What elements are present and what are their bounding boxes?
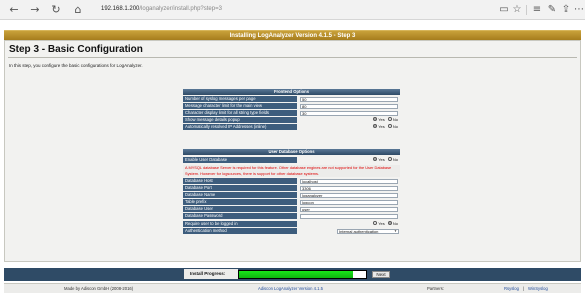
- partners-label: Partners:: [427, 286, 444, 291]
- resolve-ip-row: Automatically resolved IP Addresses (inl…: [183, 124, 400, 130]
- string-char-limit-row: Character display limit for all string t…: [183, 110, 400, 116]
- field-label: Database Password: [183, 213, 297, 219]
- field-label: Character display limit for all string t…: [183, 110, 297, 116]
- footer-separator: |: [523, 286, 525, 291]
- syslog-per-page-input[interactable]: [300, 96, 398, 102]
- db-name-input[interactable]: [300, 192, 398, 198]
- db-name-row: Database Name: [183, 192, 400, 198]
- rsyslog-link[interactable]: Rsyslog: [504, 284, 519, 293]
- field-label: Table prefix: [183, 199, 297, 205]
- hub-icon[interactable]: ≡: [530, 2, 544, 18]
- db-user-input[interactable]: [300, 206, 398, 212]
- next-button[interactable]: Next: [372, 271, 390, 278]
- intro-text: In this step, you configure the basic co…: [9, 63, 143, 68]
- footer: Made by Adiscon GmbH (2008-2016) Adiscon…: [4, 283, 581, 293]
- back-icon[interactable]: ←: [6, 2, 22, 18]
- auth-method-select[interactable]: Internal authentication ▼: [337, 228, 399, 234]
- db-user-row: Database User: [183, 206, 400, 212]
- resolve-no-radio[interactable]: [387, 124, 392, 129]
- field-label: Show message details popup: [183, 117, 297, 123]
- toolbar-divider: [526, 5, 527, 15]
- db-password-input[interactable]: [300, 213, 398, 219]
- web-note-icon[interactable]: ✎: [545, 2, 559, 18]
- require-login-no-radio[interactable]: [387, 221, 392, 226]
- syslog-per-page-row: Number of syslog messages per page: [183, 96, 400, 102]
- field-label: Number of syslog messages per page: [183, 96, 297, 102]
- popup-no-radio[interactable]: [387, 117, 392, 122]
- field-label: Authentication method: [183, 228, 297, 234]
- radio-label: Yes: [378, 124, 385, 129]
- resolve-yes-radio[interactable]: [373, 124, 378, 129]
- favorite-star-icon[interactable]: ☆: [510, 2, 524, 18]
- field-label: Database Name: [183, 192, 297, 198]
- product-link[interactable]: Adiscon LogAnalyzer Version 4.1.5: [258, 284, 323, 293]
- radio-label: No: [392, 221, 398, 226]
- db-password-row: Database Password: [183, 213, 400, 219]
- table-prefix-input[interactable]: [300, 199, 398, 205]
- radio-label: No: [392, 117, 398, 122]
- browser-toolbar: ← → ↻ ⌂ 192.168.1.200/loganalyzer/instal…: [0, 0, 585, 20]
- field-label: Require user to be logged in: [183, 221, 297, 227]
- address-bar[interactable]: 192.168.1.200/loganalyzer/install.php?st…: [101, 3, 491, 16]
- frontend-options-header: Frontend Options: [183, 89, 400, 95]
- heading-divider: [8, 57, 577, 58]
- table-prefix-row: Table prefix: [183, 199, 400, 205]
- forward-icon[interactable]: →: [27, 2, 43, 18]
- field-label: Database Port: [183, 185, 297, 191]
- field-label: Automatically resolved IP Addresses (inl…: [183, 124, 297, 130]
- radio-label: Yes: [378, 157, 385, 162]
- install-progress-track: [238, 270, 367, 279]
- auth-method-value: Internal authentication: [339, 228, 379, 234]
- db-host-row: Database Host: [183, 178, 400, 184]
- field-label: Database Host: [183, 178, 297, 184]
- details-popup-row: Show message details popup Yes No: [183, 117, 400, 123]
- chevron-down-icon: ▼: [394, 228, 397, 233]
- more-icon[interactable]: ⋯: [572, 2, 585, 18]
- radio-label: No: [392, 124, 398, 129]
- auth-method-row: Authentication method Internal authentic…: [183, 228, 400, 234]
- url-host: 192.168.1.200: [101, 6, 140, 12]
- db-host-input[interactable]: [300, 178, 398, 184]
- db-port-input[interactable]: [300, 185, 398, 191]
- popup-yes-radio[interactable]: [373, 117, 378, 122]
- db-port-row: Database Port: [183, 185, 400, 191]
- field-label: Database User: [183, 206, 297, 212]
- enable-user-db-row: Enable User Database Yes No: [183, 157, 400, 163]
- require-login-row: Require user to be logged in Yes No: [183, 221, 400, 227]
- radio-label: Yes: [378, 117, 385, 122]
- message-char-limit-row: Message character limit for the main vie…: [183, 103, 400, 109]
- message-char-limit-input[interactable]: [300, 103, 398, 109]
- install-progress-fill: [239, 271, 354, 278]
- radio-label: Yes: [378, 221, 385, 226]
- radio-label: No: [392, 157, 398, 162]
- reading-view-icon[interactable]: ▭: [497, 2, 511, 18]
- mysql-warning-text: A MYSQL database Server is required for …: [183, 165, 400, 177]
- installer-title-bar: Installing LogAnalyzer Version 4.1.5 - S…: [4, 30, 581, 40]
- enable-db-yes-radio[interactable]: [373, 157, 378, 162]
- field-label: Message character limit for the main vie…: [183, 103, 297, 109]
- page-title: Step 3 - Basic Configuration: [9, 44, 143, 55]
- reload-icon[interactable]: ↻: [48, 2, 64, 18]
- url-path: /loganalyzer/install.php?step=3: [139, 6, 222, 12]
- winsyslog-link[interactable]: WinSyslog: [528, 284, 548, 293]
- install-progress-label: Install Progress:: [184, 269, 238, 279]
- require-login-yes-radio[interactable]: [373, 221, 378, 226]
- string-char-limit-input[interactable]: [300, 110, 398, 116]
- enable-db-no-radio[interactable]: [387, 157, 392, 162]
- user-database-options-header: User Database Options: [183, 149, 400, 155]
- made-by-text: Made by Adiscon GmbH (2008-2016): [64, 286, 134, 291]
- field-label: Enable User Database: [183, 157, 297, 163]
- share-icon[interactable]: ⇪: [559, 2, 573, 18]
- home-icon[interactable]: ⌂: [70, 2, 86, 18]
